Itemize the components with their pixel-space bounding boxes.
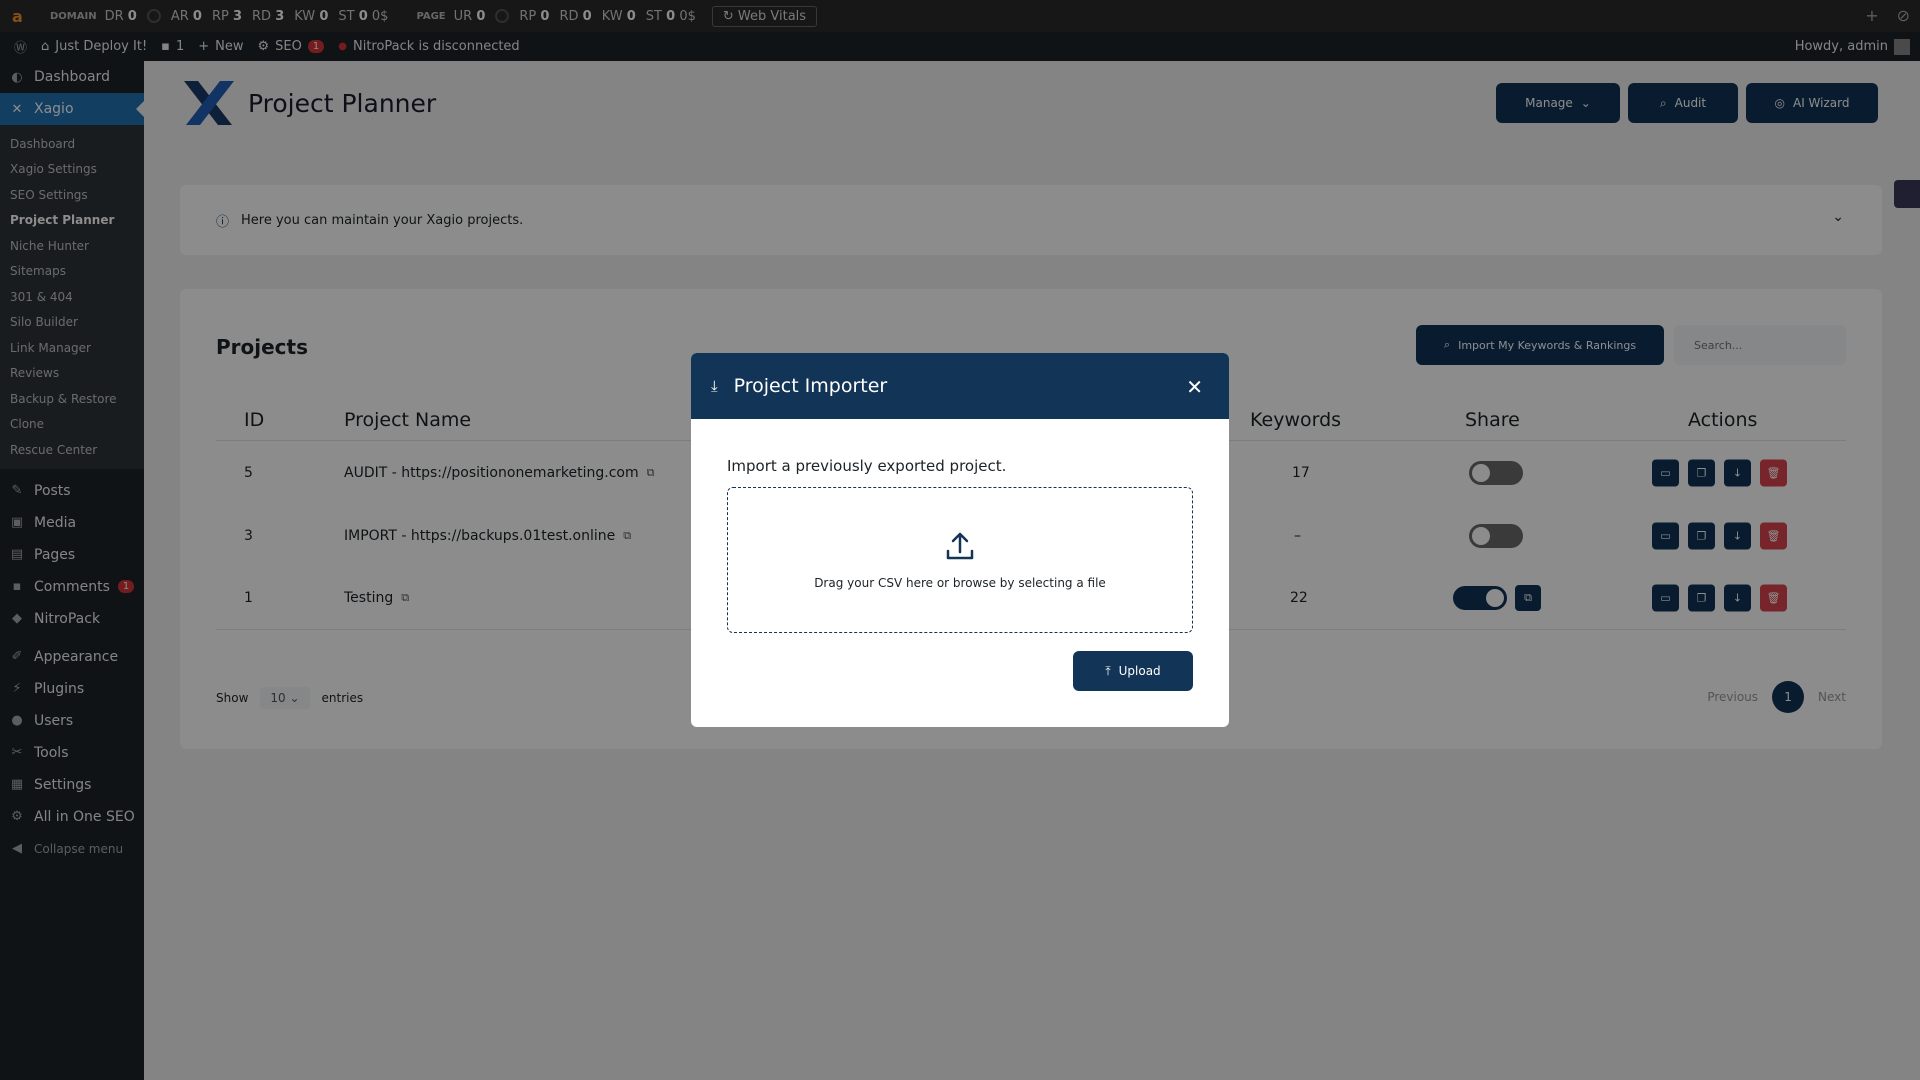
project-importer-modal: ⤓ Project Importer ✕ Import a previously… bbox=[691, 353, 1229, 727]
upload-icon: ⤒ bbox=[1105, 663, 1111, 678]
download-icon: ⤓ bbox=[711, 377, 718, 395]
close-icon[interactable]: ✕ bbox=[1186, 375, 1203, 399]
modal-header: ⤓ Project Importer ✕ bbox=[691, 353, 1229, 419]
modal-description: Import a previously exported project. bbox=[727, 457, 1007, 475]
upload-icon bbox=[946, 532, 974, 560]
csv-dropzone[interactable]: Drag your CSV here or browse by selectin… bbox=[727, 487, 1193, 633]
dropzone-text: Drag your CSV here or browse by selectin… bbox=[814, 576, 1106, 590]
modal-title: Project Importer bbox=[733, 375, 888, 397]
upload-button[interactable]: ⤒ Upload bbox=[1073, 651, 1193, 691]
